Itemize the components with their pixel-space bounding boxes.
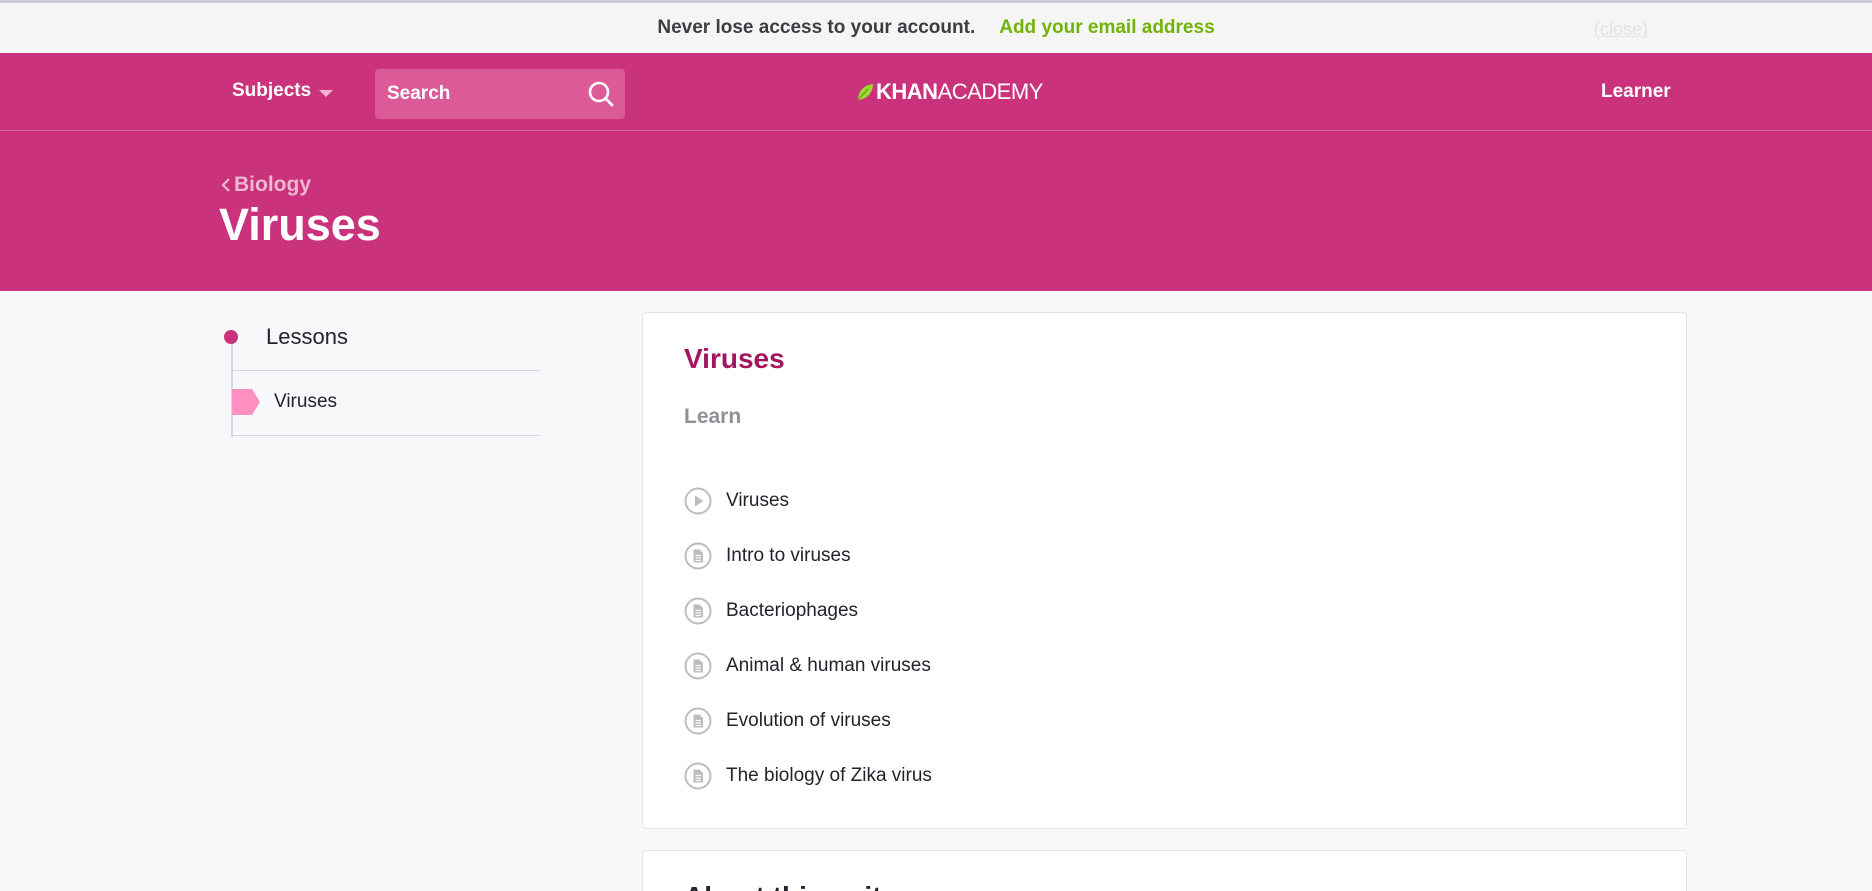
top-navigation: Subjects KHAN ACADEMY Learner [0,53,1872,131]
timeline-dot [224,330,238,344]
breadcrumb-label: Biology [234,173,311,196]
lesson-title[interactable]: Viruses [684,343,785,375]
unit-header: Biology Viruses [0,131,1872,291]
about-card: About this unit [642,850,1687,891]
notice-close-link[interactable]: (close) [1594,19,1648,40]
lesson-label: Viruses [726,489,790,511]
logo-text-light: ACADEMY [937,79,1044,104]
divider [232,435,540,436]
list-item[interactable]: Evolution of viruses [684,693,932,748]
divider [232,370,540,371]
content-list: Viruses Intro to viruses Bacteriophages [684,473,932,803]
chevron-down-icon [319,89,334,97]
page-title: Viruses [219,199,381,250]
sidebar-item-label: Viruses [274,391,338,412]
add-email-link[interactable]: Add your email address [999,17,1214,39]
list-item[interactable]: Viruses [684,473,932,528]
list-item[interactable]: Animal & human viruses [684,638,932,693]
search-box[interactable] [375,69,625,119]
subjects-menu-button[interactable]: Subjects [232,80,334,102]
article-icon [684,597,712,624]
list-item[interactable]: The biology of Zika virus [684,748,932,803]
khan-academy-logo[interactable]: KHAN ACADEMY [856,79,1043,105]
list-item[interactable]: Intro to viruses [684,528,932,583]
search-icon[interactable] [587,80,615,108]
lesson-label: Animal & human viruses [726,654,931,676]
lesson-label: Intro to viruses [726,544,851,566]
sidebar-heading: Lessons [266,324,348,349]
article-icon [684,762,712,789]
article-icon [684,707,712,734]
lesson-card: Viruses Learn Viruses Intro to viruses B… [642,312,1687,829]
notice-message: Never lose access to your account. [657,17,976,38]
search-input[interactable] [375,69,575,119]
flag-icon [232,389,260,415]
article-icon [684,542,712,569]
email-notice-bar: Never lose access to your account. Add y… [0,3,1872,53]
lesson-label: The biology of Zika virus [726,764,932,786]
list-item[interactable]: Bacteriophages [684,583,932,638]
leaf-icon [857,84,873,101]
section-label: Learn [684,405,742,428]
chevron-left-icon [221,178,230,192]
article-icon [684,652,712,679]
play-icon [684,487,712,514]
about-heading: About this unit [684,881,882,891]
breadcrumb[interactable]: Biology [220,173,311,197]
lesson-label: Evolution of viruses [726,709,891,731]
lesson-label: Bacteriophages [726,599,859,621]
subjects-label: Subjects [232,80,312,101]
user-menu[interactable]: Learner [1601,81,1671,103]
logo-text-bold: KHAN [876,79,938,104]
sidebar-item-viruses[interactable]: Viruses [232,380,540,424]
